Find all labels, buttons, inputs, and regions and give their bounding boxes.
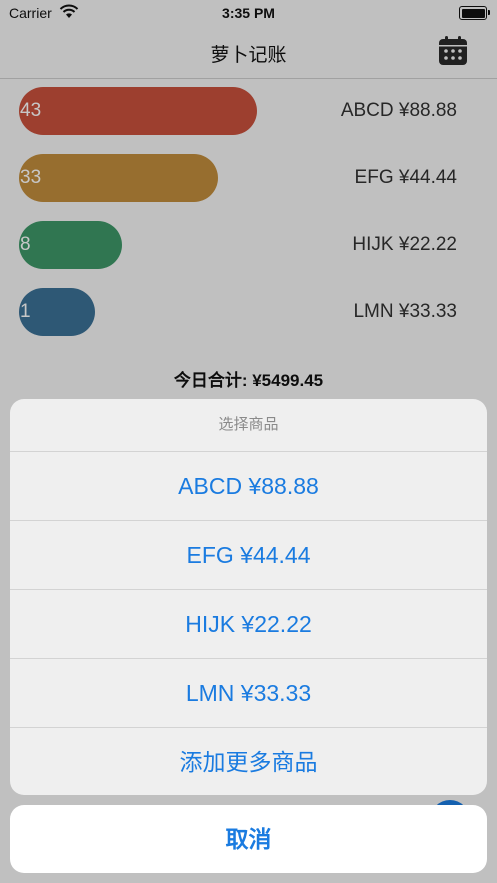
cancel-button[interactable]: 取消 [10,805,487,873]
option-abcd[interactable]: ABCD ¥88.88 [10,452,487,521]
action-sheet-title: 选择商品 [10,399,487,452]
action-sheet: 选择商品 ABCD ¥88.88 EFG ¥44.44 HIJK ¥22.22 … [10,399,487,795]
option-efg[interactable]: EFG ¥44.44 [10,521,487,590]
option-lmn[interactable]: LMN ¥33.33 [10,659,487,728]
option-hijk[interactable]: HIJK ¥22.22 [10,590,487,659]
add-more-items-button[interactable]: 添加更多商品 [10,728,487,795]
